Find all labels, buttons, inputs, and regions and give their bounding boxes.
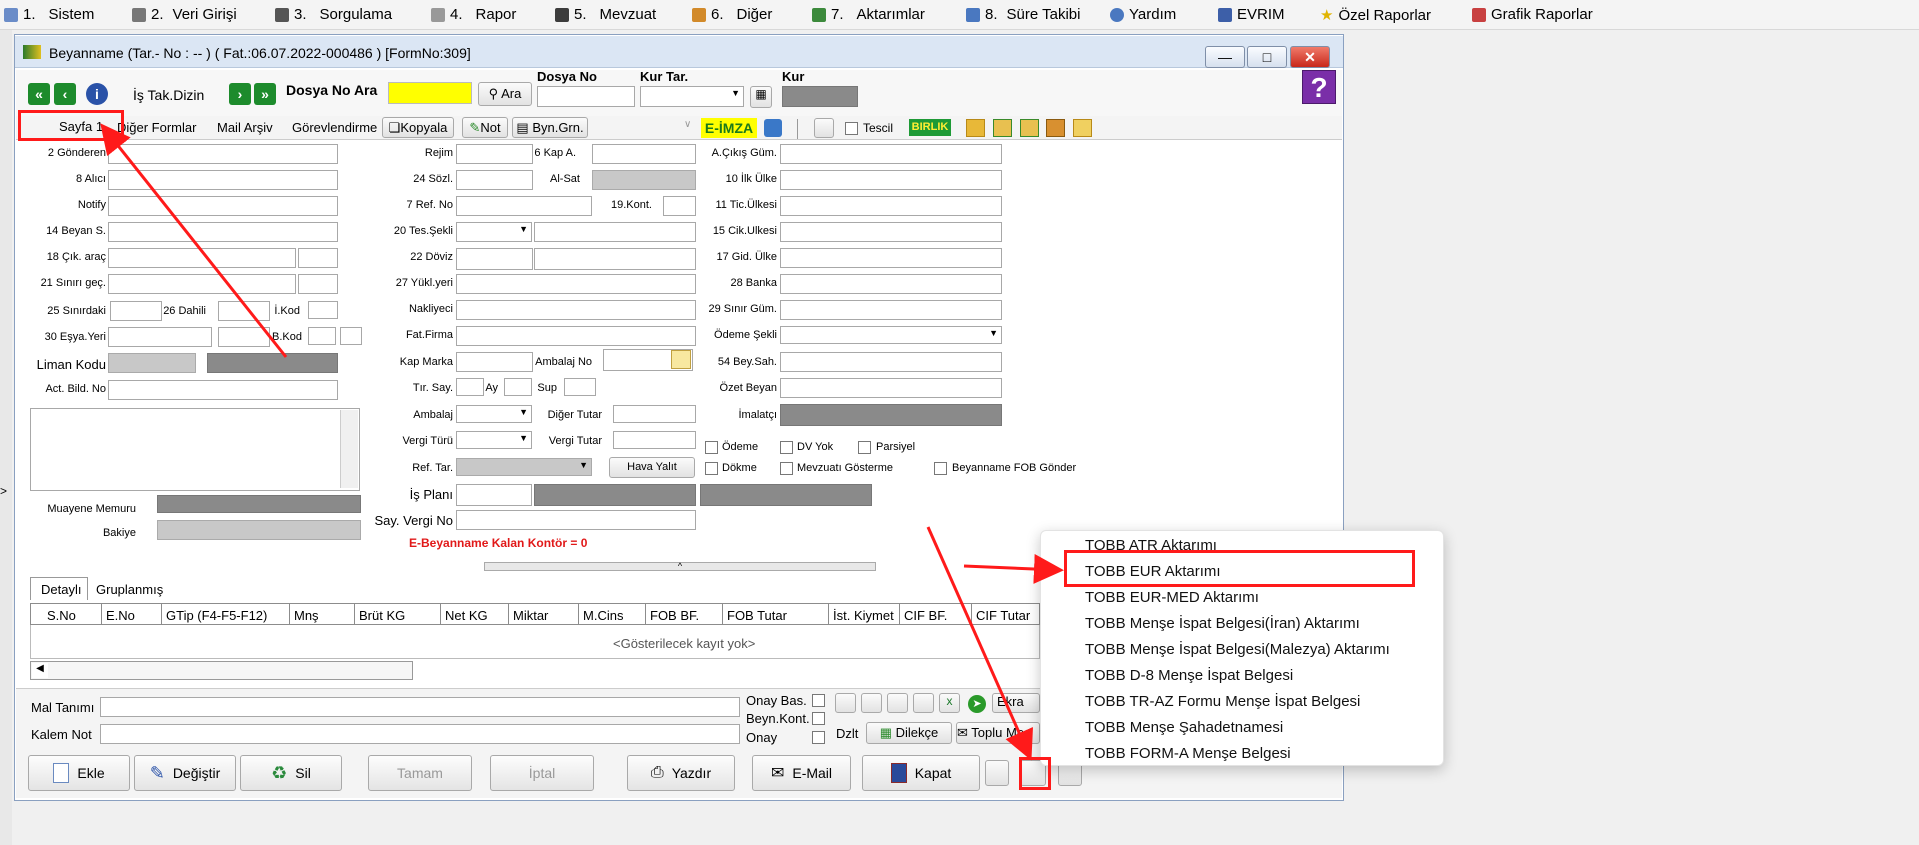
annotation-arrows xyxy=(100,123,1064,761)
arrow-to-aktarim-icon xyxy=(926,526,1033,761)
arrow-to-sayfa1 xyxy=(100,123,288,358)
arrow-to-eur xyxy=(963,553,1064,584)
